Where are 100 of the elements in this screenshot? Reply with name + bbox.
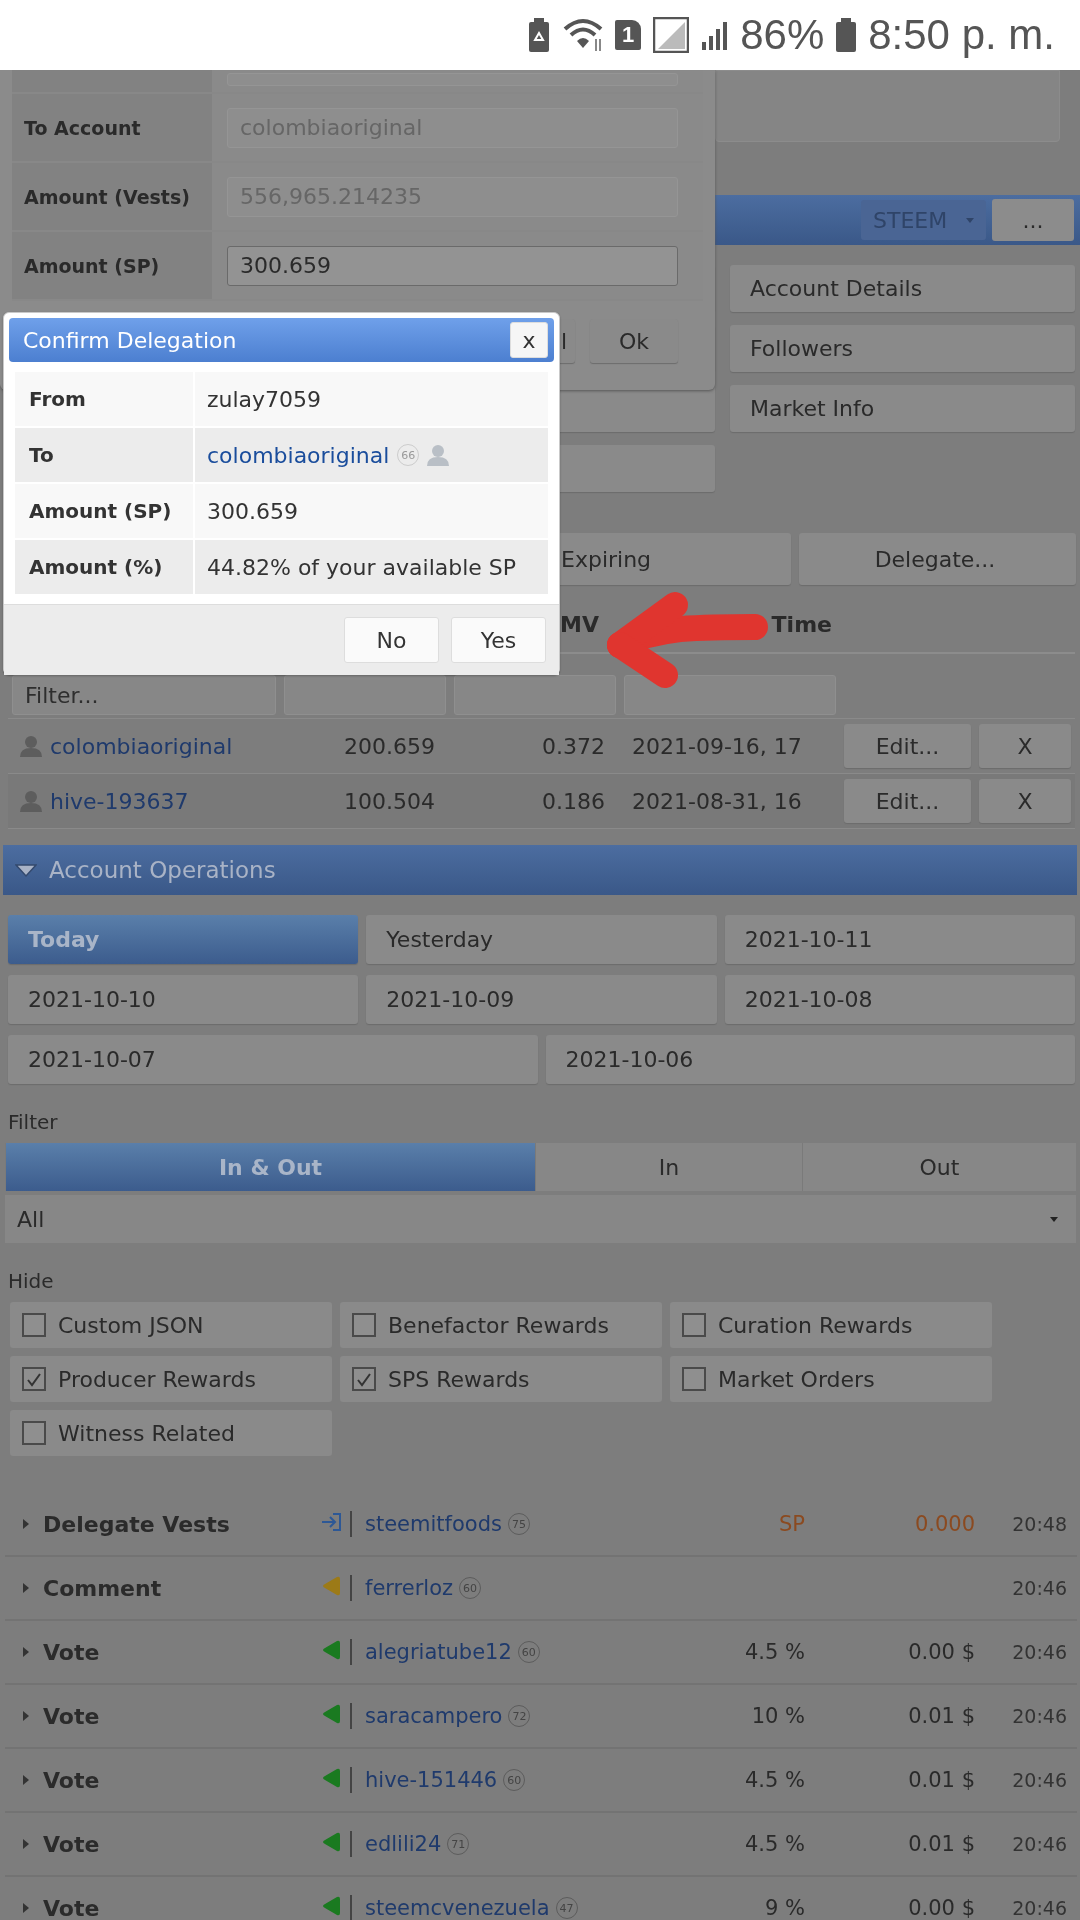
checkbox-option[interactable]: Benefactor Rewards: [340, 1302, 662, 1348]
triangle-left-icon: [320, 1639, 342, 1660]
date-tab[interactable]: 2021-10-10: [8, 975, 359, 1024]
date-tab[interactable]: 2021-10-06: [545, 1035, 1075, 1084]
checkbox-option[interactable]: SPS Rewards: [340, 1356, 662, 1402]
table-cell-text: 200.659: [343, 733, 436, 759]
filter-field[interactable]: [624, 675, 836, 715]
date-tab[interactable]: 2021-10-08: [724, 975, 1075, 1024]
yes-button[interactable]: Yes: [451, 617, 546, 663]
filter-field[interactable]: [284, 675, 446, 715]
expand-arrow-icon: [23, 1711, 29, 1721]
column-header: MV: [559, 612, 600, 637]
checkbox[interactable]: [352, 1313, 376, 1337]
action-button[interactable]: Delegate...: [799, 533, 1076, 585]
sim-icon: 1: [615, 20, 642, 50]
operation-type[interactable]: Vote: [43, 1831, 100, 1857]
operation-type[interactable]: Vote: [43, 1895, 100, 1920]
battery-saver-icon: [527, 18, 552, 52]
field-value: 300.659: [195, 484, 548, 538]
operation-amount: SP: [778, 1512, 806, 1536]
operation-type[interactable]: Vote: [43, 1703, 100, 1729]
no-button[interactable]: No: [344, 617, 439, 663]
checkbox[interactable]: [352, 1367, 376, 1391]
account-link[interactable]: colombiaoriginal: [50, 733, 233, 759]
operation-type[interactable]: Comment: [43, 1575, 162, 1601]
remove-button[interactable]: X: [979, 724, 1071, 768]
ok-button[interactable]: Ok: [590, 319, 678, 363]
operation-time: 20:46: [1011, 1897, 1068, 1919]
section-header[interactable]: Account Operations: [3, 845, 1077, 895]
wifi-icon: [563, 17, 604, 53]
checkbox-option[interactable]: Custom JSON: [10, 1302, 332, 1348]
operation-time: 20:48: [1011, 1513, 1068, 1535]
field-label: To Account: [12, 94, 212, 161]
menu-button[interactable]: Market Info: [730, 385, 1075, 432]
caret-icon: [966, 217, 974, 223]
user-icon: [427, 444, 450, 466]
filter-field[interactable]: Filter...: [12, 675, 276, 715]
user-icon: [20, 790, 42, 812]
remove-button[interactable]: X: [979, 779, 1071, 823]
operation-time: 20:46: [1011, 1833, 1068, 1855]
checkbox[interactable]: [22, 1421, 46, 1445]
expand-arrow-icon: [23, 1519, 29, 1529]
account-link[interactable]: edlili24: [365, 1832, 442, 1856]
triangle-left-icon: [320, 1703, 342, 1724]
table-cell-text: 2021-09-16, 17: [631, 733, 803, 759]
operation-time: 20:46: [1011, 1769, 1068, 1791]
expand-arrow-icon: [23, 1903, 29, 1913]
amount-field[interactable]: 300.659: [227, 245, 678, 286]
edit-button[interactable]: Edit...: [844, 779, 971, 823]
filter-tab[interactable]: In: [535, 1143, 802, 1191]
checkbox[interactable]: [682, 1313, 706, 1337]
account-link[interactable]: alegriatube12: [365, 1640, 512, 1664]
date-tab[interactable]: 2021-10-09: [366, 975, 717, 1024]
table-cell-text: 100.504: [343, 788, 436, 814]
field-value: 44.82% of your available SP: [195, 540, 548, 594]
table-cell-text: 0.372: [541, 733, 606, 759]
account-link[interactable]: hive-193637: [50, 788, 189, 814]
date-tab[interactable]: Yesterday: [366, 915, 717, 964]
account-link[interactable]: colombiaoriginal: [207, 442, 390, 468]
edit-button[interactable]: Edit...: [844, 724, 971, 768]
checkbox-option[interactable]: Market Orders: [670, 1356, 992, 1402]
date-tab[interactable]: Today: [8, 915, 359, 964]
close-button[interactable]: x: [510, 322, 548, 358]
checkbox[interactable]: [22, 1313, 46, 1337]
operation-time: 20:46: [1011, 1641, 1068, 1663]
account-link[interactable]: ferrerloz: [365, 1576, 453, 1600]
operation-type[interactable]: Vote: [43, 1767, 100, 1793]
column-header: Time: [770, 612, 833, 637]
caret-icon: [1050, 1216, 1058, 1222]
checkbox-option[interactable]: Witness Related: [10, 1410, 332, 1456]
menu-button[interactable]: Followers: [730, 325, 1075, 372]
operation-type[interactable]: Delegate Vests: [43, 1511, 230, 1537]
account-link[interactable]: saracampero: [365, 1704, 503, 1728]
triangle-left-icon: [320, 1831, 342, 1852]
account-link[interactable]: hive-151446: [365, 1768, 498, 1792]
date-tab[interactable]: 2021-10-07: [8, 1035, 538, 1084]
more-button[interactable]: ...: [992, 199, 1074, 241]
operation-value: 0.01 $: [907, 1704, 976, 1728]
date-tab[interactable]: 2021-10-11: [724, 915, 1075, 964]
checkbox[interactable]: [682, 1367, 706, 1391]
menu-button[interactable]: Account Details: [730, 265, 1075, 312]
filter-field[interactable]: [454, 675, 616, 715]
operation-type[interactable]: Vote: [43, 1639, 100, 1665]
type-dropdown[interactable]: All: [5, 1195, 1076, 1243]
operation-value: 0.00 $: [907, 1640, 976, 1664]
operation-time: 20:46: [1011, 1577, 1068, 1599]
filter-tab[interactable]: In & Out: [5, 1143, 535, 1191]
expand-arrow-icon: [23, 1839, 29, 1849]
operation-amount: 9 %: [764, 1896, 806, 1920]
account-link[interactable]: steemcvenezuela: [365, 1896, 550, 1920]
checkbox[interactable]: [22, 1367, 46, 1391]
checkbox-option[interactable]: Producer Rewards: [10, 1356, 332, 1402]
checkbox-option[interactable]: Curation Rewards: [670, 1302, 992, 1348]
field-label: Amount (Vests): [12, 163, 212, 230]
triangle-left-icon: [320, 1767, 342, 1788]
account-link[interactable]: steemitfoods: [365, 1512, 502, 1536]
triangle-down-icon: [15, 862, 37, 878]
filter-tab[interactable]: Out: [802, 1143, 1076, 1191]
triangle-left-icon: [320, 1575, 342, 1596]
operation-value: 0.00 $: [907, 1896, 976, 1920]
